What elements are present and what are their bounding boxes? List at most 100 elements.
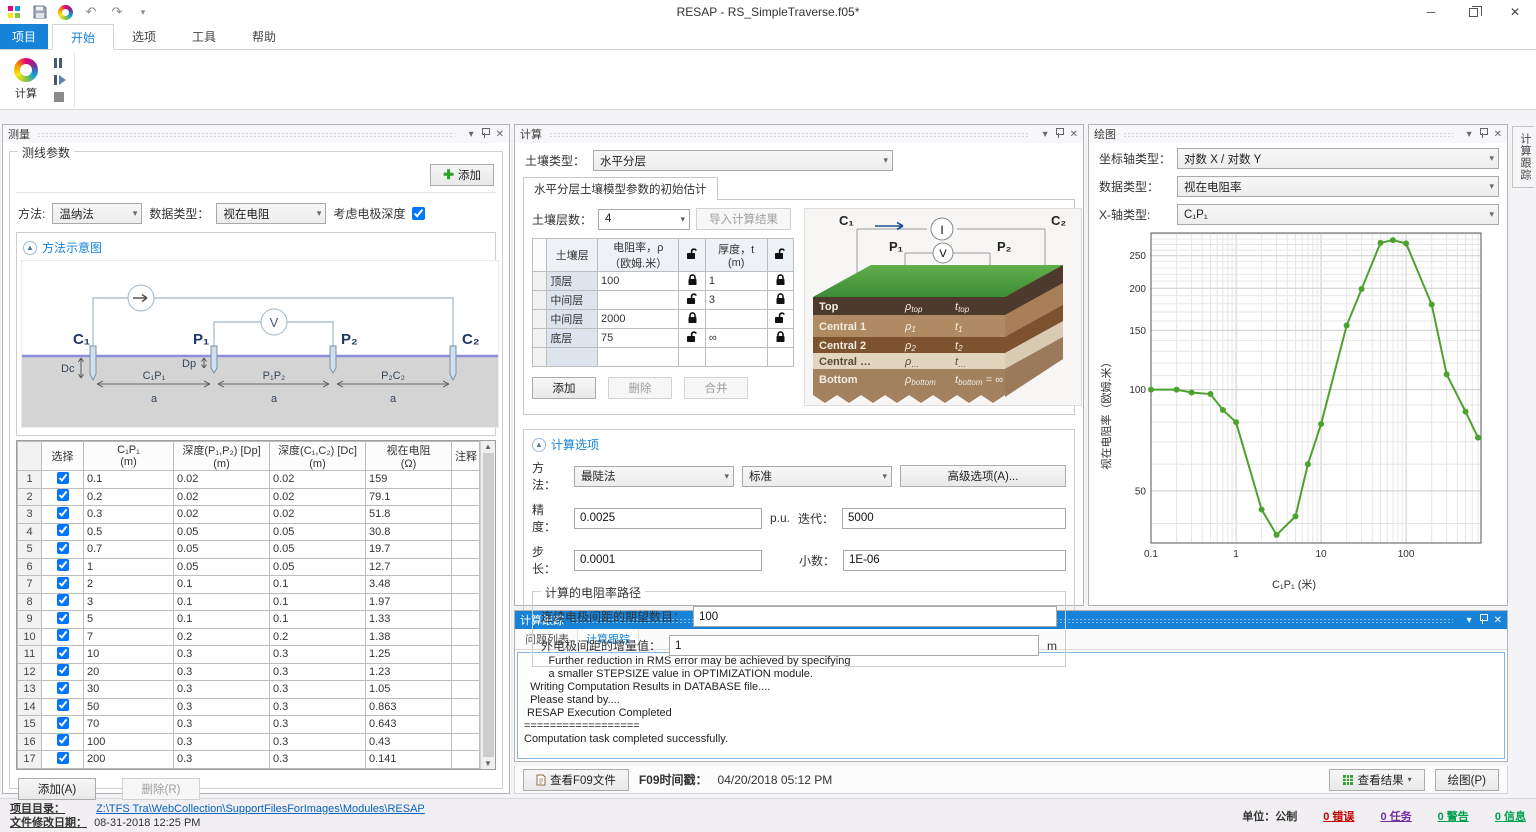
c1p1-cell[interactable]: 200 [84,751,174,769]
resistance-cell[interactable]: 1.33 [366,611,452,629]
resistance-cell[interactable]: 0.141 [366,751,452,769]
dp-cell[interactable]: 0.3 [174,716,270,734]
select-cell[interactable] [42,576,84,594]
row-number[interactable]: 12 [18,663,42,681]
note-cell[interactable] [452,751,480,769]
dc-cell[interactable]: 0.05 [270,523,366,541]
layer-count-select[interactable]: 4▾ [598,209,690,230]
resistance-cell[interactable]: 1.05 [366,681,452,699]
note-cell[interactable] [452,593,480,611]
resistance-cell[interactable]: 1.38 [366,628,452,646]
note-cell[interactable] [452,646,480,664]
dp-cell[interactable]: 0.02 [174,471,270,489]
customize-toolbar-icon[interactable]: ▾ [135,4,151,20]
note-cell[interactable] [452,471,480,489]
spacing-increment-input[interactable]: 1 [669,635,1039,656]
c1p1-cell[interactable]: 30 [84,681,174,699]
dp-cell[interactable]: 0.3 [174,663,270,681]
tab-help[interactable]: 帮助 [234,24,294,49]
redo-icon[interactable]: ↷ [109,4,125,20]
save-icon[interactable] [32,4,48,20]
row-number[interactable]: 13 [18,681,42,699]
spacing-count-input[interactable]: 100 [693,606,1057,627]
chevron-down-icon[interactable]: ▾ [1043,129,1048,140]
resistance-cell[interactable]: 19.7 [366,541,452,559]
row-number[interactable]: 9 [18,611,42,629]
resistivity-lock-icon[interactable] [679,348,705,367]
dp-cell[interactable]: 0.1 [174,611,270,629]
row-number[interactable]: 16 [18,733,42,751]
warning-count-link[interactable]: 0 警告 [1438,808,1469,824]
plot-data-type-select[interactable]: 视在电阻率▾ [1177,176,1499,197]
c1p1-cell[interactable]: 0.5 [84,523,174,541]
resistivity-lock-icon[interactable] [679,272,705,291]
dp-cell[interactable]: 0.3 [174,681,270,699]
trace-log[interactable]: Further reduction in RMS error may be ac… [517,652,1505,759]
collapse-chevron-icon[interactable]: ▲ [532,438,546,452]
add-measurement-button[interactable]: ✚添加 [430,164,494,186]
close-icon[interactable]: ✕ [1494,615,1502,626]
tab-options[interactable]: 选项 [114,24,174,49]
iterations-input[interactable]: 5000 [842,508,1066,529]
dc-cell[interactable]: 0.3 [270,751,366,769]
cdegs-ring-icon[interactable] [58,5,73,20]
resistance-cell[interactable]: 3.48 [366,576,452,594]
dc-cell[interactable]: 0.3 [270,663,366,681]
app-icon[interactable] [6,4,22,20]
chevron-down-icon[interactable]: ▾ [1467,615,1472,626]
select-cell[interactable] [42,523,84,541]
thickness-lock-icon[interactable] [767,291,793,310]
dc-cell[interactable]: 0.05 [270,558,366,576]
chevron-down-icon[interactable]: ▾ [469,129,474,140]
row-number[interactable]: 11 [18,646,42,664]
c1p1-cell[interactable]: 2 [84,576,174,594]
c1p1-cell[interactable]: 100 [84,733,174,751]
advanced-options-button[interactable]: 高级选项(A)... [900,465,1066,487]
select-cell[interactable] [42,541,84,559]
note-cell[interactable] [452,523,480,541]
resistivity-lock-icon[interactable] [679,310,705,329]
select-cell[interactable] [42,611,84,629]
close-icon[interactable]: ✕ [1494,129,1502,140]
error-count-link[interactable]: 0 错误 [1323,808,1354,824]
select-cell[interactable] [42,558,84,576]
row-number[interactable]: 7 [18,576,42,594]
import-results-button[interactable]: 导入计算结果 [696,208,791,230]
stop-button[interactable] [54,91,68,103]
minimize-button[interactable]: ─ [1410,0,1452,24]
dp-cell[interactable]: 0.02 [174,506,270,524]
soil-model-tab[interactable]: 水平分层土壤模型参数的初始估计 [523,177,718,200]
tab-tools[interactable]: 工具 [174,24,234,49]
thickness-lock-icon[interactable] [767,348,793,367]
thickness-cell[interactable]: ∞ [705,329,767,348]
compute-button[interactable]: 计算 [4,52,48,107]
select-cell[interactable] [42,698,84,716]
select-cell[interactable] [42,751,84,769]
view-f09-button[interactable]: 查看F09文件 [523,769,629,791]
note-cell[interactable] [452,541,480,559]
c1p1-cell[interactable]: 7 [84,628,174,646]
row-number[interactable]: 6 [18,558,42,576]
row-number[interactable]: 10 [18,628,42,646]
dp-cell[interactable]: 0.1 [174,576,270,594]
dp-cell[interactable]: 0.2 [174,628,270,646]
step-button[interactable] [54,74,68,86]
x-axis-type-select[interactable]: C₁P₁▾ [1177,204,1499,225]
layer-name-cell[interactable]: 中间层 [547,310,598,329]
method-select[interactable]: 温纳法▾ [52,203,142,224]
dp-cell[interactable]: 0.05 [174,523,270,541]
resistance-cell[interactable]: 1.23 [366,663,452,681]
view-results-button[interactable]: 查看结果 ▾ [1329,769,1425,791]
select-cell[interactable] [42,663,84,681]
dc-cell[interactable]: 0.1 [270,576,366,594]
collapsed-panel-tab[interactable]: 计算跟踪 [1512,126,1534,188]
dc-cell[interactable]: 0.02 [270,471,366,489]
data-type-select[interactable]: 视在电阻▾ [216,203,326,224]
note-cell[interactable] [452,733,480,751]
dc-cell[interactable]: 0.02 [270,506,366,524]
close-icon[interactable]: ✕ [496,129,504,140]
dc-cell[interactable]: 0.1 [270,611,366,629]
dp-cell[interactable]: 0.1 [174,593,270,611]
c1p1-cell[interactable]: 0.3 [84,506,174,524]
layer-name-cell[interactable]: 顶层 [547,272,598,291]
